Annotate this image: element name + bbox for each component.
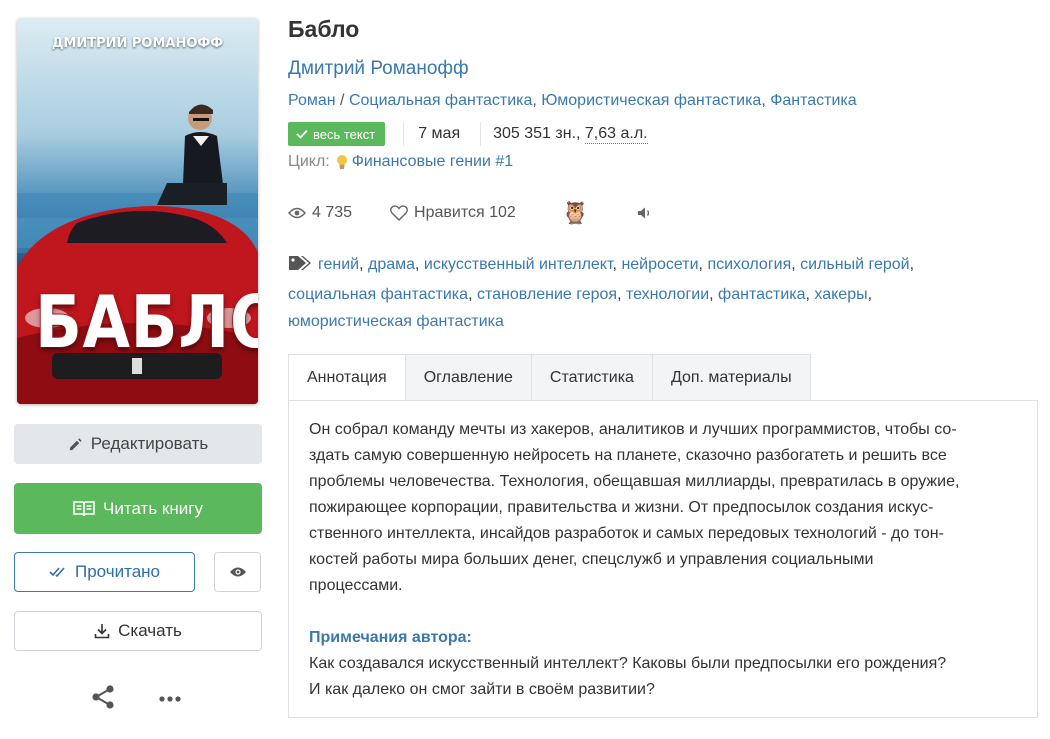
likes-label: Нравится 102 — [414, 204, 516, 221]
annotation-line: Он собрал команду мечты из хакеров, анал… — [309, 421, 957, 438]
read-book-label: Читать книгу — [103, 498, 203, 518]
genre-link[interactable]: Социальная фантастика — [349, 92, 532, 109]
open-book-icon — [73, 500, 95, 517]
book-meta: весь текст 7 мая 305 351 зн., 7,63 а.л. — [288, 121, 648, 147]
annotation-panel: Он собрал команду мечты из хакеров, анал… — [288, 400, 1038, 718]
tab-bar: Аннотация Оглавление Статистика Доп. мат… — [288, 354, 811, 401]
author-notes-title: Примечания автора: — [309, 629, 472, 646]
check-icon — [296, 129, 308, 139]
author-link[interactable]: Дмитрий Романофф — [288, 58, 469, 80]
tab-extra-materials[interactable]: Доп. материалы — [652, 354, 811, 401]
speaker-icon[interactable] — [637, 206, 653, 220]
cover-author-text: ДМИТРИЙ РОМАНОФФ — [51, 36, 224, 51]
annotation-line: ственного интеллекта, инсайдов разработо… — [309, 525, 944, 542]
annotation-line: процессами. — [309, 577, 403, 594]
full-text-badge: весь текст — [288, 122, 386, 146]
annotation-line: пожирающее корпорации, правительства и ж… — [309, 499, 934, 516]
tag-icon — [288, 254, 312, 281]
cycle-label: Цикл: — [288, 153, 330, 170]
views-stat: 4 735 — [288, 204, 352, 222]
mark-read-button[interactable]: Прочитано — [14, 552, 195, 592]
download-label: Скачать — [118, 621, 182, 640]
like-button[interactable]: Нравится 102 — [390, 204, 516, 222]
annotation-line: проблемы человечества. Технология, обеща… — [309, 473, 960, 490]
download-icon — [94, 623, 110, 639]
views-count: 4 735 — [312, 204, 353, 221]
size-chars: 305 351 зн., — [493, 125, 585, 142]
annotation-line: костей работы мира больших денег, спецсл… — [309, 551, 874, 568]
publish-date: 7 мая — [418, 125, 461, 142]
size-author-sheets: 7,63 а.л. — [584, 124, 648, 144]
tag-link[interactable]: фантастика — [718, 286, 805, 303]
owl-icon[interactable]: 🦉 — [562, 200, 589, 226]
edit-button[interactable]: Редактировать — [14, 424, 262, 464]
tab-annotation[interactable]: Аннотация — [288, 354, 406, 401]
mark-read-label: Прочитано — [75, 562, 160, 581]
genre-link[interactable]: Роман — [288, 92, 336, 109]
tag-link[interactable]: хакеры — [814, 286, 867, 303]
tag-link[interactable]: психология — [707, 256, 791, 273]
cover-title-text: БАБЛО — [34, 279, 258, 365]
stats-row: 4 735 Нравится 102 🦉 — [288, 200, 653, 226]
genre-link[interactable]: Юмористическая фантастика — [541, 92, 761, 109]
tag-link[interactable]: технологии — [626, 286, 709, 303]
tag-link[interactable]: гений — [318, 256, 359, 273]
share-icon[interactable] — [90, 684, 116, 715]
heart-icon — [390, 205, 409, 221]
author-notes-line: Как создавался искусственный интеллект? … — [309, 655, 947, 672]
author-notes-line: И как далеко он смог зайти в своём разви… — [309, 681, 655, 698]
divider — [480, 122, 482, 146]
divider — [403, 122, 405, 146]
genre-list: Роман / Социальная фантастика, Юмористич… — [288, 92, 857, 109]
cycle-row: Цикл: Финансовые гении #1 — [288, 153, 513, 171]
lightbulb-icon — [336, 154, 348, 170]
tag-link[interactable]: юмористическая фантастика — [288, 313, 504, 330]
tag-link[interactable]: сильный герой — [800, 256, 909, 273]
tag-link[interactable]: искусственный интеллект — [424, 256, 613, 273]
tag-link[interactable]: становление героя — [477, 286, 617, 303]
cycle-link[interactable]: Финансовые гении #1 — [352, 153, 513, 171]
tag-link[interactable]: социальная фантастика — [288, 286, 468, 303]
book-cover[interactable]: ДМИТРИЙ РОМАНОФФ БАБЛО — [17, 18, 258, 404]
tag-link[interactable]: нейросети — [621, 256, 698, 273]
download-button[interactable]: Скачать — [14, 611, 262, 651]
full-text-label: весь текст — [313, 126, 376, 142]
watch-button[interactable] — [214, 552, 261, 592]
edit-button-label: Редактировать — [90, 434, 209, 453]
pencil-icon — [68, 437, 83, 452]
genre-link[interactable]: Фантастика — [770, 92, 856, 109]
eye-icon — [229, 566, 247, 578]
book-title: Бабло — [288, 16, 360, 42]
read-book-button[interactable]: Читать книгу — [14, 483, 262, 534]
tab-statistics[interactable]: Статистика — [531, 354, 653, 401]
double-check-icon — [49, 566, 67, 578]
tag-link[interactable]: драма — [368, 256, 415, 273]
eye-icon — [288, 207, 306, 219]
tab-contents[interactable]: Оглавление — [405, 354, 532, 401]
annotation-line: здать самую совершенную нейросеть на пла… — [309, 447, 947, 464]
tag-list: гений, драма, искусственный интеллект, н… — [288, 254, 915, 330]
more-options-icon[interactable] — [158, 690, 182, 708]
